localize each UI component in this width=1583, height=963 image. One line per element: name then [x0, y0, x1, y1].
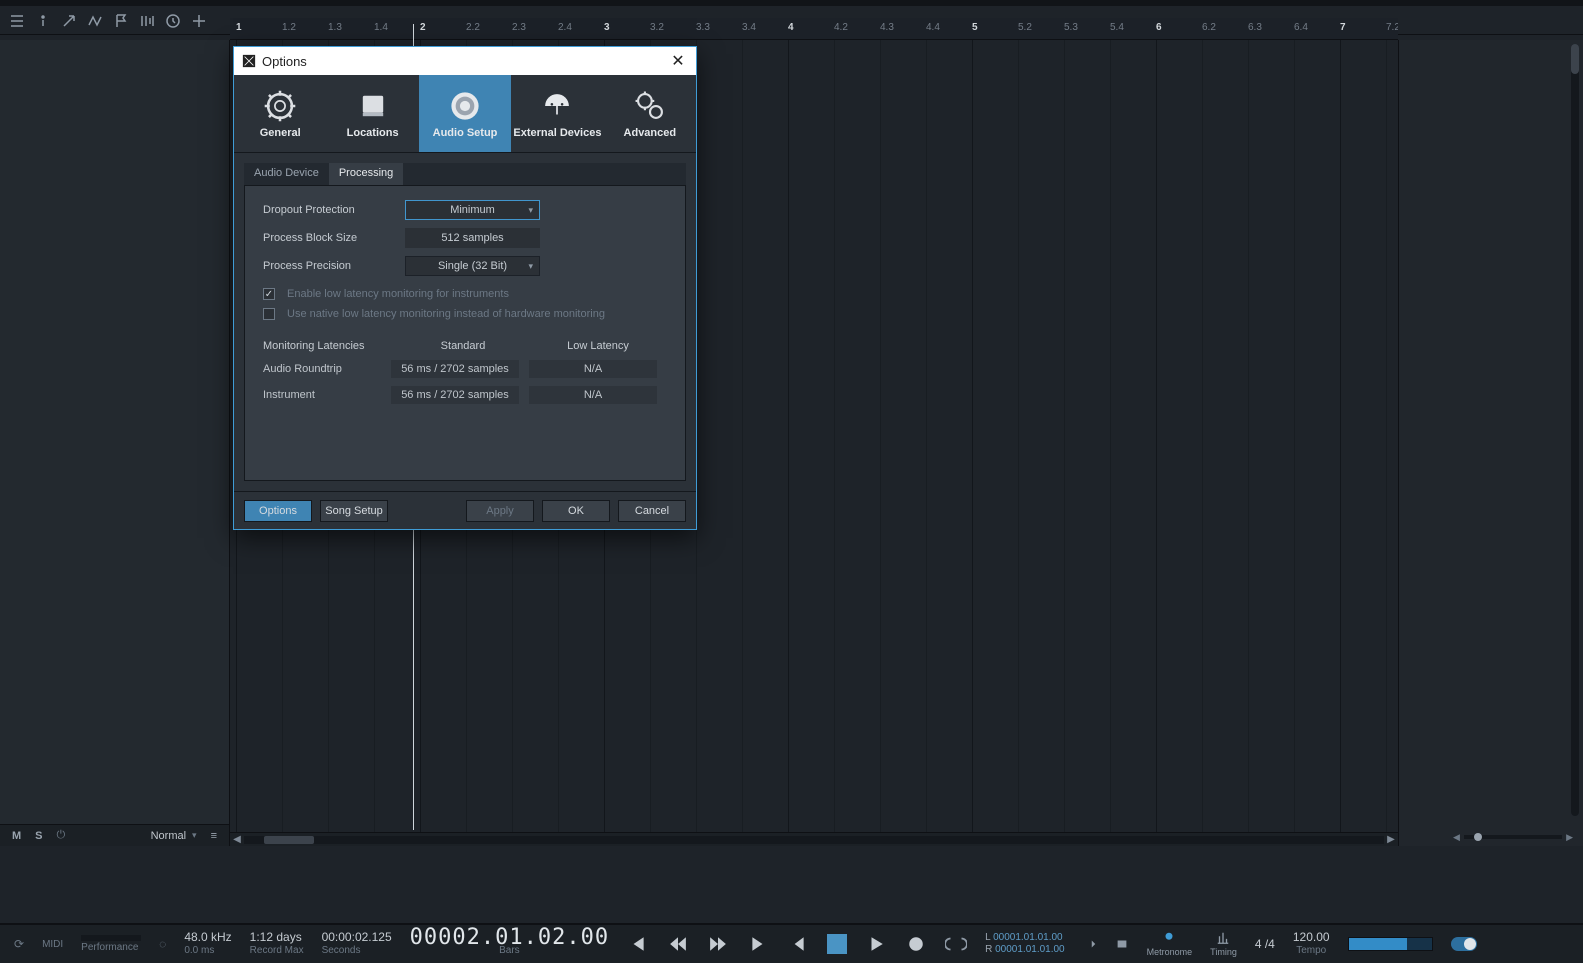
- record-max-value: 1:12 days: [250, 931, 304, 944]
- zoom-slider[interactable]: ◀ ▶: [1453, 832, 1573, 842]
- category-advanced[interactable]: Advanced: [604, 75, 696, 152]
- options-dialog: Options ✕ General Locations Audio Setup …: [233, 46, 697, 530]
- align-icon[interactable]: [138, 12, 156, 30]
- dropout-protection-label: Dropout Protection: [263, 204, 393, 216]
- native-low-latency-checkbox[interactable]: [263, 308, 275, 320]
- vertical-scrollbar[interactable]: [1571, 44, 1579, 816]
- scroll-right-icon[interactable]: ▶: [1384, 834, 1398, 845]
- rewind-start-button[interactable]: [627, 933, 649, 955]
- dialog-category-tabs: General Locations Audio Setup External D…: [234, 75, 696, 153]
- sample-rate-value[interactable]: 48.0 kHz: [184, 931, 231, 944]
- chevron-down-icon: ▾: [528, 261, 533, 272]
- dialog-title: Options: [262, 54, 307, 69]
- bars-label: Bars: [410, 944, 609, 957]
- click-toggle[interactable]: [1451, 937, 1477, 951]
- processing-section: Dropout Protection Minimum▾ Process Bloc…: [244, 185, 686, 481]
- timing-button[interactable]: Timing: [1210, 931, 1237, 957]
- dialog-subtabs: Audio Device Processing: [244, 163, 686, 185]
- latency-row-roundtrip: Audio Roundtrip 56 ms / 2702 samples N/A: [263, 360, 667, 378]
- clock-icon[interactable]: [164, 12, 182, 30]
- scroll-left-icon[interactable]: ◀: [230, 834, 244, 845]
- output-meter: [1348, 937, 1433, 951]
- preroll-icon[interactable]: [1083, 937, 1097, 951]
- cpu-meter-icon: ◌: [159, 937, 166, 951]
- tab-audio-device[interactable]: Audio Device: [244, 163, 329, 185]
- rewind-button[interactable]: [667, 933, 689, 955]
- record-max-label: Record Max: [250, 944, 304, 957]
- tempo-label: Tempo: [1296, 944, 1326, 957]
- record-button[interactable]: [905, 933, 927, 955]
- seconds-label: Seconds: [322, 944, 392, 957]
- buffer-latency-value: 0.0 ms: [184, 944, 231, 957]
- timeline-ruler[interactable]: 12345671.21.31.42.22.32.43.23.33.44.24.3…: [230, 18, 1398, 40]
- tempo-display[interactable]: 120.00: [1293, 931, 1330, 944]
- fastforward-button[interactable]: [707, 933, 729, 955]
- category-audio-setup[interactable]: Audio Setup: [419, 75, 511, 152]
- zoom-out-icon[interactable]: ◀: [1453, 832, 1460, 843]
- scrollbar-track[interactable]: [244, 836, 1384, 844]
- dialog-titlebar[interactable]: Options ✕: [234, 47, 696, 75]
- automation-mode-select[interactable]: Normal: [151, 830, 186, 842]
- process-block-size-label: Process Block Size: [263, 232, 393, 244]
- category-general[interactable]: General: [234, 75, 326, 152]
- loop-button[interactable]: [945, 933, 967, 955]
- app-logo-icon: [242, 54, 256, 68]
- category-external-devices[interactable]: External Devices: [511, 75, 603, 152]
- dialog-close-button[interactable]: ✕: [668, 51, 688, 71]
- dropout-protection-select[interactable]: Minimum▾: [405, 200, 540, 220]
- arrow-tool-icon[interactable]: [60, 12, 78, 30]
- app-topstrip: [0, 0, 1583, 6]
- options-scope-button[interactable]: Options: [244, 500, 312, 522]
- power-icon[interactable]: ⏻: [57, 829, 66, 842]
- category-locations[interactable]: Locations: [326, 75, 418, 152]
- global-mute-button[interactable]: M: [12, 830, 21, 842]
- stop-button[interactable]: [827, 934, 847, 954]
- seconds-display[interactable]: 00:00:02.125: [322, 931, 392, 944]
- autopunch-icon[interactable]: [1115, 937, 1129, 951]
- play-button[interactable]: [865, 933, 887, 955]
- chevron-down-icon: ▾: [528, 205, 533, 216]
- dialog-bottom-bar: Options Song Setup Apply OK Cancel: [234, 491, 696, 529]
- global-solo-button[interactable]: S: [35, 830, 42, 842]
- latency-row-instrument: Instrument 56 ms / 2702 samples N/A: [263, 386, 667, 404]
- menu-icon[interactable]: [8, 12, 26, 30]
- zoom-in-icon[interactable]: ▶: [1566, 832, 1573, 843]
- list-icon[interactable]: ≡: [211, 830, 217, 842]
- forward-end-button[interactable]: [747, 933, 769, 955]
- native-low-latency-label: Use native low latency monitoring instea…: [287, 308, 605, 320]
- time-signature-display[interactable]: 4 /4: [1255, 938, 1275, 951]
- automation-icon[interactable]: [86, 12, 104, 30]
- scrollbar-thumb[interactable]: [264, 836, 314, 844]
- process-block-size-value[interactable]: 512 samples: [405, 228, 540, 248]
- track-header-panel: M S ⏻ Normal ▾ ≡: [0, 40, 230, 846]
- midi-activity-icon: ⟳: [14, 937, 24, 951]
- low-latency-instruments-checkbox[interactable]: [263, 288, 275, 300]
- low-latency-instruments-label: Enable low latency monitoring for instru…: [287, 288, 509, 300]
- latency-header-row: Monitoring Latencies Standard Low Latenc…: [263, 340, 667, 352]
- dialog-body: Audio Device Processing Dropout Protecti…: [234, 153, 696, 491]
- horizontal-scrollbar[interactable]: ◀ ▶: [230, 832, 1398, 846]
- info-icon[interactable]: [34, 12, 52, 30]
- tab-processing[interactable]: Processing: [329, 163, 403, 185]
- midi-label: MIDI: [42, 938, 63, 951]
- metronome-button[interactable]: Metronome: [1147, 931, 1193, 957]
- bars-display[interactable]: 00002.01.02.00: [410, 931, 609, 944]
- ok-button[interactable]: OK: [542, 500, 610, 522]
- transport-bar: ⟳ MIDI Performance ◌ 48.0 kHz 0.0 ms 1:1…: [0, 923, 1583, 963]
- process-precision-select[interactable]: Single (32 Bit)▾: [405, 256, 540, 276]
- add-icon[interactable]: [190, 12, 208, 30]
- loop-range-display[interactable]: L 00001.01.01.00 R 00001.01.01.00: [985, 932, 1065, 956]
- process-precision-label: Process Precision: [263, 260, 393, 272]
- apply-button[interactable]: Apply: [466, 500, 534, 522]
- chevron-down-icon: ▾: [192, 830, 197, 841]
- song-setup-scope-button[interactable]: Song Setup: [320, 500, 388, 522]
- performance-label: Performance: [81, 941, 141, 954]
- track-panel-footer: M S ⏻ Normal ▾ ≡: [0, 824, 229, 846]
- vscroll-thumb[interactable]: [1571, 44, 1579, 74]
- return-to-start-button[interactable]: [787, 933, 809, 955]
- right-panel: ◀ ▶: [1398, 40, 1583, 846]
- flag-icon[interactable]: [112, 12, 130, 30]
- cancel-button[interactable]: Cancel: [618, 500, 686, 522]
